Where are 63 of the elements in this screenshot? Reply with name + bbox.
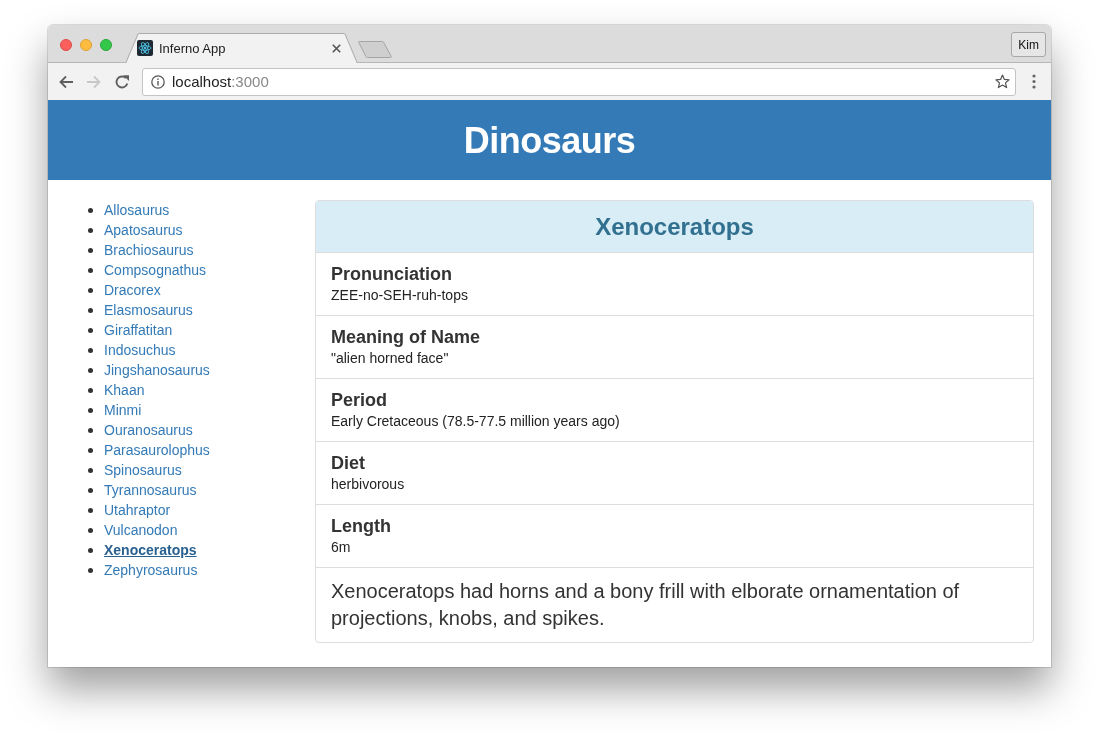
back-arrow-icon[interactable] [58, 73, 74, 90]
window-close-icon[interactable] [60, 39, 72, 51]
bullet-icon [88, 407, 93, 413]
url-text: localhost:3000 [172, 73, 270, 90]
field-value: Early Cretaceous (78.5-77.5 million years ago) [331, 412, 621, 431]
bullet-icon [88, 367, 93, 373]
close-icon[interactable] [332, 43, 341, 53]
star-icon[interactable] [995, 74, 1010, 89]
bullet-icon [88, 567, 93, 573]
sidebar-link[interactable]: Compsognathus [104, 260, 206, 280]
sidebar-link[interactable]: Apatosaurus [104, 220, 183, 240]
bullet-icon [88, 487, 93, 493]
sidebar-link[interactable]: Elasmosaurus [104, 300, 193, 320]
bullet-icon [88, 447, 93, 453]
field-label: Diet [331, 452, 366, 474]
field-value: ZEE-no-SEH-ruh-tops [331, 286, 469, 305]
bullet-icon [88, 287, 93, 293]
sidebar-link[interactable]: Parasaurolophus [104, 440, 210, 460]
bullet-icon [88, 267, 93, 273]
bullet-icon [88, 527, 93, 533]
sidebar-link[interactable]: Xenoceratops [104, 540, 197, 560]
field-label: Length [331, 515, 392, 537]
profile-button[interactable]: Kim [1011, 32, 1046, 57]
bullet-icon [88, 507, 93, 513]
field-label: Pronunciation [331, 263, 453, 285]
atom-icon [137, 40, 153, 56]
sidebar-link[interactable]: Ouranosaurus [104, 420, 193, 440]
field-value: herbivorous [331, 475, 406, 494]
sidebar-link[interactable]: Jingshanosaurus [104, 360, 210, 380]
sidebar-link[interactable]: Vulcanodon [104, 520, 178, 540]
bullet-icon [88, 547, 93, 553]
bullet-icon [88, 347, 93, 353]
sidebar-link[interactable]: Tyrannosaurus [104, 480, 197, 500]
field-value: 6m [331, 538, 352, 557]
sidebar-link[interactable]: Zephyrosaurus [104, 560, 198, 580]
menu-icon[interactable] [1032, 74, 1036, 89]
field-label: Period [331, 389, 388, 411]
sidebar-link[interactable]: Dracorex [104, 280, 161, 300]
browser-tab[interactable]: Inferno App [125, 33, 358, 63]
sidebar-link[interactable]: Indosuchus [104, 340, 176, 360]
sidebar-link[interactable]: Brachiosaurus [104, 240, 194, 260]
sidebar-link[interactable]: Spinosaurus [104, 460, 182, 480]
field-value: "alien horned face" [331, 349, 450, 368]
sidebar-link[interactable]: Giraffatitan [104, 320, 173, 340]
address-field[interactable]: localhost:3000 [142, 67, 1016, 96]
bullet-icon [88, 227, 93, 233]
sidebar-link[interactable]: Allosaurus [104, 200, 170, 220]
bullet-icon [88, 247, 93, 253]
page-title: Dinosaurs [463, 118, 636, 162]
bullet-icon [88, 467, 93, 473]
bullet-icon [88, 327, 93, 333]
bullet-icon [88, 387, 93, 393]
reload-icon[interactable] [114, 73, 130, 90]
bullet-icon [88, 307, 93, 313]
panel-title: Xenoceratops [595, 212, 754, 241]
sidebar-link[interactable]: Khaan [104, 380, 145, 400]
sidebar-link[interactable]: Minmi [104, 400, 142, 420]
sidebar-link[interactable]: Utahraptor [104, 500, 171, 520]
info-icon[interactable] [151, 74, 165, 89]
field-label: Meaning of Name [331, 326, 482, 348]
bullet-icon [88, 207, 93, 213]
description-text: Xenoceratops had horns and a bony frill with elborate ornamentation of projections, knobs, and spikes. [331, 580, 960, 629]
bullet-icon [88, 427, 93, 433]
